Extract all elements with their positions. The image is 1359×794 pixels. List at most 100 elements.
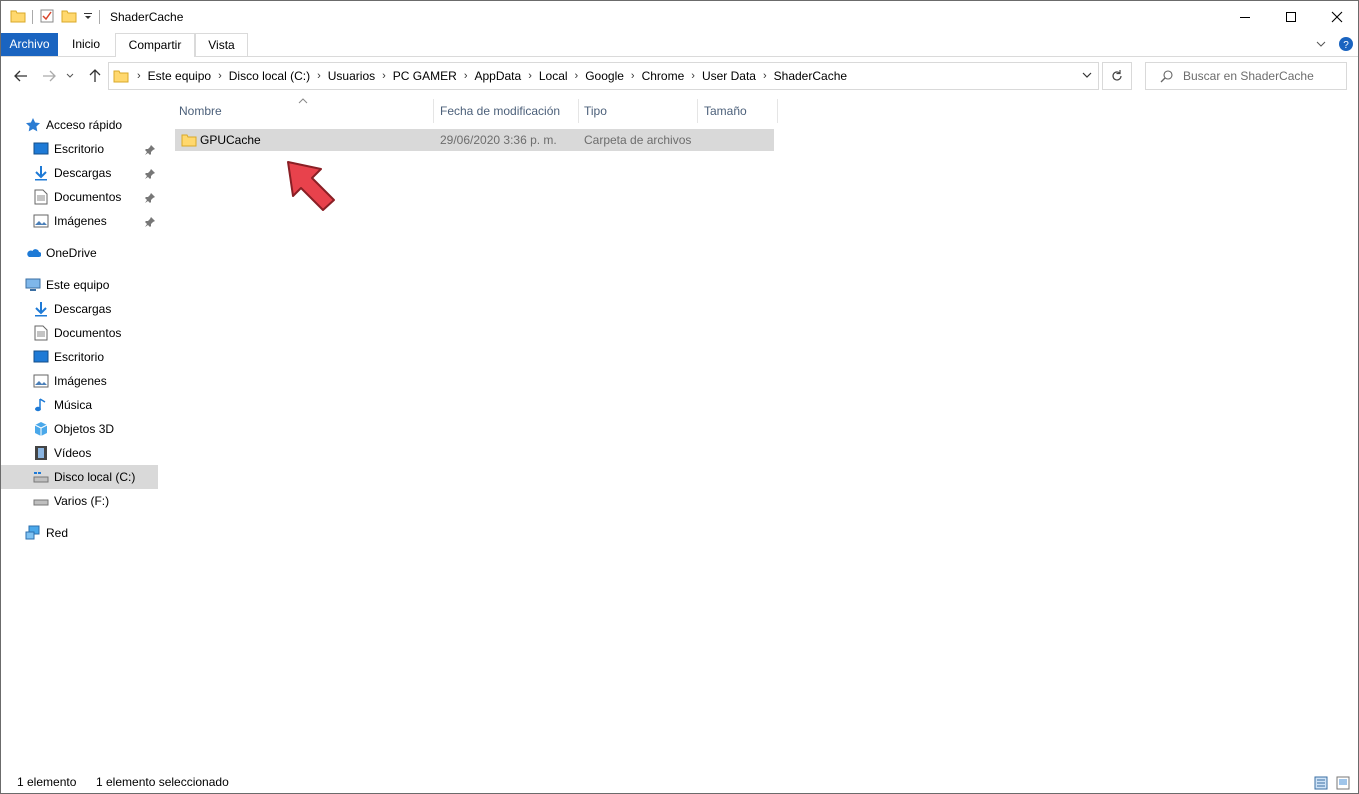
chevron-right-icon[interactable]: › — [627, 70, 639, 82]
details-view-icon — [1314, 776, 1328, 790]
sidebar-item-videos[interactable]: Vídeos — [1, 441, 158, 465]
breadcrumb-item[interactable]: User Data — [699, 69, 759, 83]
breadcrumb-item[interactable]: PC GAMER — [390, 69, 460, 83]
sidebar-item-label: Objetos 3D — [54, 422, 115, 436]
navigation-bar: › Este equipo › Disco local (C:) › Usuar… — [1, 61, 1358, 91]
back-arrow-icon — [14, 70, 27, 82]
search-input[interactable]: Buscar en ShaderCache — [1183, 69, 1314, 83]
column-divider[interactable] — [578, 99, 579, 123]
chevron-right-icon[interactable]: › — [571, 70, 583, 82]
breadcrumb-item[interactable]: Google — [582, 69, 627, 83]
sidebar-item-descargas[interactable]: Descargas — [1, 161, 158, 185]
column-header-nombre[interactable]: Nombre — [179, 99, 222, 123]
sidebar-item-documentos[interactable]: Documentos — [1, 185, 158, 209]
maximize-icon — [1286, 11, 1296, 22]
details-view-button[interactable] — [1313, 775, 1329, 791]
sidebar-item-descargas[interactable]: Descargas — [1, 297, 158, 321]
sidebar-item-documentos[interactable]: Documentos — [1, 321, 158, 345]
sidebar-item-label: Disco local (C:) — [54, 470, 136, 484]
file-type: Carpeta de archivos — [584, 133, 692, 147]
help-button[interactable]: ? — [1337, 36, 1355, 52]
recent-locations-button[interactable] — [63, 66, 77, 86]
search-box[interactable]: Buscar en ShaderCache — [1145, 62, 1347, 90]
customize-dropdown-icon[interactable] — [83, 10, 93, 24]
sidebar-item-escritorio[interactable]: Escritorio — [1, 345, 158, 369]
new-folder-icon[interactable] — [61, 8, 77, 27]
column-divider[interactable] — [697, 99, 698, 123]
expand-ribbon-button[interactable] — [1312, 36, 1330, 52]
folder-icon — [113, 68, 129, 84]
chevron-right-icon[interactable]: › — [313, 70, 325, 82]
sidebar-item-label: Este equipo — [46, 278, 110, 292]
breadcrumb-item[interactable]: Usuarios — [325, 69, 378, 83]
address-bar[interactable]: › Este equipo › Disco local (C:) › Usuar… — [108, 62, 1099, 90]
explorer-window: ShaderCache Archivo Inicio Compartir Vis… — [0, 0, 1359, 794]
cube-icon — [33, 421, 49, 437]
sidebar-item-musica[interactable]: Música — [1, 393, 158, 417]
sidebar-item-red[interactable]: Red — [1, 521, 158, 545]
chevron-right-icon[interactable]: › — [759, 70, 771, 82]
computer-icon — [25, 277, 41, 293]
column-header-tipo[interactable]: Tipo — [584, 99, 607, 123]
sidebar-item-label: Acceso rápido — [46, 118, 123, 132]
sidebar-item-label: Descargas — [54, 302, 112, 316]
close-button[interactable] — [1314, 1, 1358, 32]
refresh-button[interactable] — [1102, 62, 1132, 90]
window-title: ShaderCache — [110, 10, 184, 24]
divider — [99, 10, 100, 24]
large-icons-view-button[interactable] — [1335, 775, 1351, 791]
sidebar-item-imagenes[interactable]: Imágenes — [1, 369, 158, 393]
folder-icon — [181, 132, 197, 151]
chevron-right-icon[interactable]: › — [524, 70, 536, 82]
breadcrumb-item[interactable]: ShaderCache — [771, 69, 850, 83]
properties-icon[interactable] — [39, 8, 55, 27]
sidebar-item-escritorio[interactable]: Escritorio — [1, 137, 158, 161]
column-divider[interactable] — [777, 99, 778, 123]
sidebar-item-label: OneDrive — [46, 246, 97, 260]
breadcrumb-item[interactable]: Chrome — [639, 69, 688, 83]
tab-archivo[interactable]: Archivo — [1, 33, 58, 56]
chevron-down-icon — [1316, 41, 1326, 47]
breadcrumb-item[interactable]: Disco local (C:) — [226, 69, 313, 83]
chevron-right-icon[interactable]: › — [378, 70, 390, 82]
chevron-right-icon[interactable]: › — [214, 70, 226, 82]
pin-icon — [145, 168, 155, 182]
close-icon — [1331, 11, 1343, 22]
address-dropdown-button[interactable] — [1082, 71, 1092, 79]
maximize-button[interactable] — [1268, 1, 1314, 32]
sidebar-item-label: Imágenes — [54, 214, 107, 228]
folder-icon[interactable] — [10, 8, 26, 27]
pictures-icon — [33, 373, 49, 389]
column-divider[interactable] — [433, 99, 434, 123]
chevron-down-icon — [1082, 72, 1092, 78]
sidebar-item-onedrive[interactable]: OneDrive — [1, 241, 158, 265]
breadcrumb-item[interactable]: AppData — [471, 69, 524, 83]
sidebar-item-varios-f[interactable]: Varios (F:) — [1, 489, 158, 513]
sort-ascending-icon — [298, 93, 308, 107]
column-header-tamano[interactable]: Tamaño — [704, 99, 747, 123]
chevron-right-icon[interactable]: › — [687, 70, 699, 82]
sidebar-item-label: Vídeos — [54, 446, 92, 460]
column-header-fecha[interactable]: Fecha de modificación — [440, 99, 560, 123]
tab-compartir[interactable]: Compartir — [115, 33, 195, 57]
file-name: GPUCache — [200, 133, 261, 147]
file-row[interactable]: GPUCache 29/06/2020 3:36 p. m. Carpeta d… — [175, 129, 774, 151]
chevron-right-icon[interactable]: › — [133, 70, 145, 82]
minimize-button[interactable] — [1222, 1, 1268, 32]
tab-vista[interactable]: Vista — [195, 33, 248, 57]
breadcrumb-item[interactable]: Local — [536, 69, 571, 83]
sidebar-item-disco-local-c[interactable]: Disco local (C:) — [1, 465, 158, 489]
sidebar-item-label: Escritorio — [54, 142, 105, 156]
forward-button[interactable] — [39, 66, 59, 86]
breadcrumb-item[interactable]: Este equipo — [145, 69, 214, 83]
document-icon — [33, 325, 49, 341]
up-button[interactable] — [85, 66, 105, 86]
back-button[interactable] — [11, 66, 31, 86]
sidebar-item-quick-access[interactable]: Acceso rápido — [1, 113, 158, 137]
chevron-right-icon[interactable]: › — [460, 70, 472, 82]
cloud-icon — [25, 245, 41, 261]
sidebar-item-this-pc[interactable]: Este equipo — [1, 273, 158, 297]
sidebar-item-imagenes[interactable]: Imágenes — [1, 209, 158, 233]
sidebar-item-objetos-3d[interactable]: Objetos 3D — [1, 417, 158, 441]
tab-inicio[interactable]: Inicio — [58, 33, 114, 56]
